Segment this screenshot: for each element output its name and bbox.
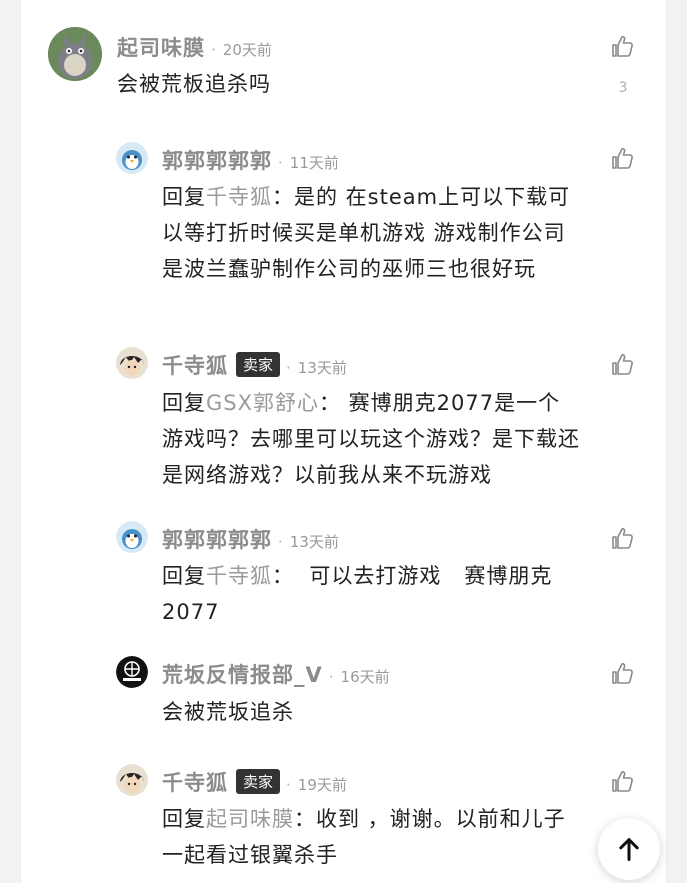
meta-separator: ·: [286, 359, 292, 377]
reply-text: 回复千寺狐： 可以去打游戏 赛博朋克2077: [162, 558, 582, 630]
mention-link[interactable]: 千寺狐: [206, 185, 272, 209]
meta-separator: ·: [286, 776, 292, 794]
thumbs-up-icon: [612, 528, 633, 549]
mention-link[interactable]: GSX郭舒心: [206, 391, 319, 415]
reply-separator: ：: [272, 185, 294, 209]
mention-link[interactable]: 千寺狐: [206, 564, 272, 588]
thumbs-up-icon: [612, 663, 633, 684]
comment-time: 19天前: [297, 776, 347, 794]
like-button[interactable]: [604, 140, 642, 178]
author-name[interactable]: 郭郭郭郭郭: [162, 528, 272, 552]
reply-author[interactable]: 郭郭郭郭郭 · 11天前: [162, 145, 339, 175]
meta-separator: ·: [328, 668, 335, 686]
reply-text: 回复起司味膜：收到 ，谢谢。以前和儿子一起看过银翼杀手: [162, 801, 582, 873]
comment-time: 16天前: [340, 668, 390, 686]
comment-time: 11天前: [289, 154, 339, 172]
comment-list: 起司味膜·20天前 会被荒板追杀吗 3 郭郭郭郭郭·11天前 回复千寺狐: [20, 0, 667, 883]
reply-separator: ：: [272, 564, 294, 588]
thumbs-up-icon: [612, 36, 633, 57]
reply-prefix: 回复: [162, 185, 206, 209]
comment-time: 13天前: [289, 533, 339, 551]
anime-avatar[interactable]: [116, 764, 148, 796]
comment-text: 会被荒板追杀吗: [117, 66, 567, 102]
penguin-avatar[interactable]: [116, 142, 148, 174]
author-name[interactable]: 荒坂反情报部_V: [162, 663, 323, 687]
thumbs-up-icon: [612, 354, 633, 375]
reply-text: 会被荒坂追杀: [162, 694, 582, 730]
like-count: 3: [618, 80, 628, 96]
meta-separator: ·: [278, 533, 284, 551]
thumbs-up-icon: [612, 771, 633, 792]
reply-author[interactable]: 千寺狐 卖家 · 13天前: [162, 350, 347, 380]
mention-link[interactable]: 起司味膜: [206, 807, 294, 831]
thumbs-up-icon: [612, 148, 633, 169]
penguin-avatar[interactable]: [116, 521, 148, 553]
author-name[interactable]: 千寺狐: [162, 354, 228, 378]
seller-badge: 卖家: [236, 352, 281, 377]
reply-separator: ：: [319, 391, 341, 415]
reply-content: 会被荒坂追杀: [162, 700, 294, 724]
reply-prefix: 回复: [162, 807, 206, 831]
arasaka-logo-avatar[interactable]: [116, 656, 148, 688]
like-button[interactable]: [604, 520, 642, 558]
comment-time: 20天前: [222, 41, 272, 59]
reply-author[interactable]: 郭郭郭郭郭 · 13天前: [162, 524, 339, 554]
anime-avatar[interactable]: [116, 347, 148, 379]
author-name[interactable]: 郭郭郭郭郭: [162, 149, 272, 173]
reply-separator: ：: [294, 807, 316, 831]
arrow-up-icon: [619, 838, 639, 862]
comment-author[interactable]: 起司味膜 · 20天前: [117, 32, 272, 62]
reply-prefix: 回复: [162, 564, 206, 588]
like-button[interactable]: [604, 763, 642, 801]
seller-badge: 卖家: [236, 769, 281, 794]
author-name[interactable]: 起司味膜: [117, 36, 205, 60]
comment-content: 会被荒板追杀吗: [117, 72, 271, 96]
reply-prefix: 回复: [162, 391, 206, 415]
like-button[interactable]: [604, 655, 642, 693]
like-button[interactable]: [604, 28, 642, 66]
totoro-avatar[interactable]: [48, 27, 102, 81]
scroll-to-top-button[interactable]: [598, 818, 660, 880]
reply-text: 回复GSX郭舒心： 赛博朋克2077是一个游戏吗？去哪里可以玩这个游戏？是下载还…: [162, 385, 582, 493]
reply-author[interactable]: 千寺狐 卖家 · 19天前: [162, 767, 347, 797]
reply-text: 回复千寺狐：是的 在steam上可以下载可以等打折时候买是单机游戏 游戏制作公司…: [162, 179, 577, 287]
author-name[interactable]: 千寺狐: [162, 771, 228, 795]
like-button[interactable]: [604, 346, 642, 384]
comment-time: 13天前: [297, 359, 347, 377]
meta-separator: ·: [278, 154, 284, 172]
meta-separator: ·: [211, 41, 217, 59]
reply-author[interactable]: 荒坂反情报部_V · 16天前: [162, 659, 390, 689]
